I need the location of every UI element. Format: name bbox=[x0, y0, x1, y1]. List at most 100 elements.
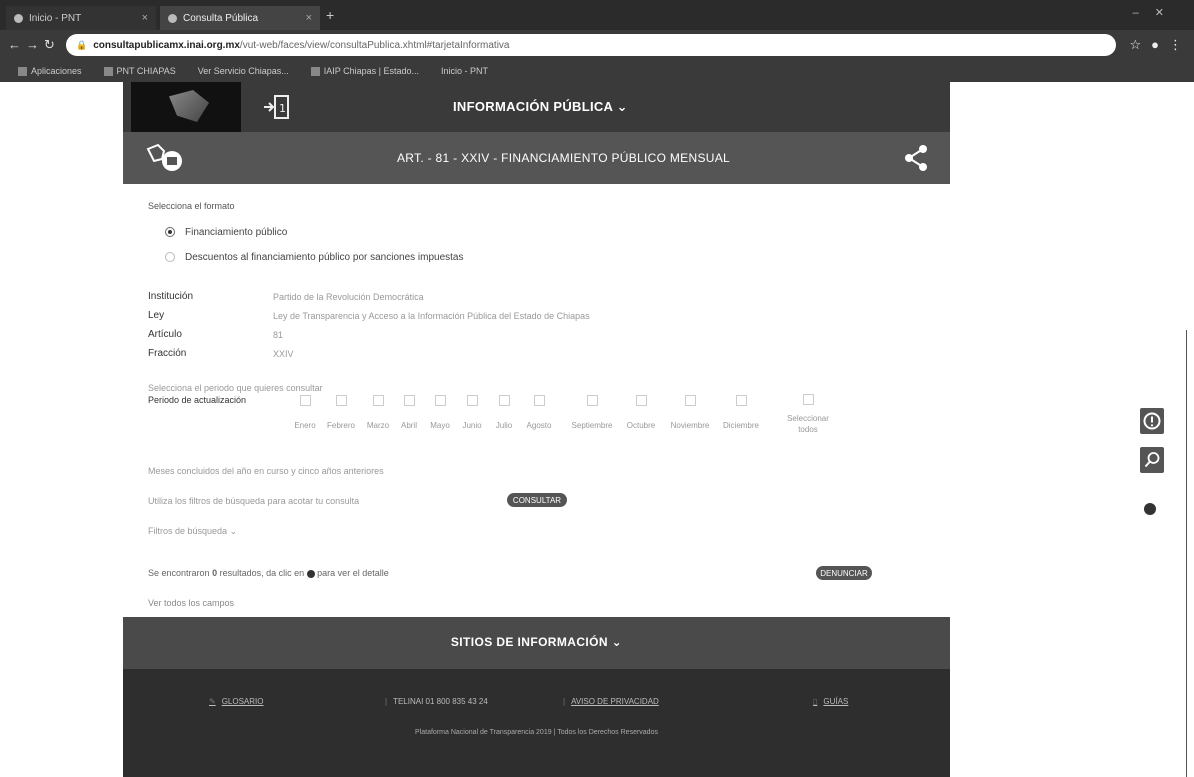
radio-label-financiamiento: Financiamiento público bbox=[185, 227, 288, 238]
magnifier-icon bbox=[1144, 452, 1160, 468]
lock-icon: 🔒 bbox=[76, 39, 88, 50]
month-checkbox[interactable] bbox=[586, 395, 598, 406]
month-checkbox[interactable] bbox=[735, 395, 747, 406]
aviso-privacidad-link[interactable]: | AVISO DE PRIVACIDAD bbox=[563, 697, 659, 706]
info-value-fraccion: XXIV bbox=[273, 349, 294, 359]
login-icon[interactable]: 1 bbox=[261, 91, 293, 123]
window-controls[interactable]: –✕ bbox=[1133, 6, 1180, 19]
scrollbar[interactable] bbox=[1186, 330, 1187, 777]
forward-icon[interactable]: → bbox=[26, 37, 39, 52]
profile-icon[interactable]: ● bbox=[1151, 37, 1159, 53]
month-checkbox[interactable] bbox=[403, 395, 415, 406]
month-checkbox[interactable] bbox=[635, 395, 647, 406]
menu-dots-icon[interactable]: ⋮ bbox=[1169, 37, 1182, 53]
bookmark-item[interactable]: Aplicaciones bbox=[18, 66, 82, 77]
accessibility-icon[interactable] bbox=[1144, 503, 1156, 515]
guias-link[interactable]: ▯ GUÍAS bbox=[813, 697, 848, 706]
url-host: consultapublicamx.inai.org.mx bbox=[93, 39, 240, 51]
month-enero[interactable]: Enero bbox=[285, 395, 325, 431]
select-all-checkbox[interactable] bbox=[802, 394, 814, 405]
divider: | bbox=[563, 697, 566, 706]
divider: | bbox=[385, 697, 388, 706]
new-tab-icon[interactable]: + bbox=[326, 7, 334, 23]
radio-descuentos[interactable] bbox=[165, 252, 175, 262]
footer: ✎ GLOSARIO | TELINAI 01 800 835 43 24 | AVI… bbox=[123, 669, 950, 777]
book-icon: ✎ bbox=[209, 697, 216, 706]
results-count: 0 bbox=[212, 568, 218, 578]
sitios-informacion-bar: SITIOS DE INFORMACIÓN ⌄ bbox=[123, 617, 950, 669]
consultar-button[interactable]: CONSULTAR bbox=[507, 493, 567, 507]
article-title: ART. - 81 - XXIV - FINANCIAMIENTO PÚBLIC… bbox=[397, 151, 730, 165]
sitios-informacion-toggle[interactable]: SITIOS DE INFORMACIÓN ⌄ bbox=[123, 635, 950, 649]
month-checkbox[interactable] bbox=[335, 395, 347, 406]
results-summary: Se encontraron 0 resultados, da clic en … bbox=[148, 568, 389, 578]
bookmark-star-icon[interactable]: ☆ bbox=[1129, 37, 1141, 53]
apps-icon bbox=[18, 67, 27, 77]
emblem-icon bbox=[146, 143, 182, 171]
radio-label-descuentos: Descuentos al financiamiento público por… bbox=[185, 252, 464, 263]
address-bar[interactable]: 🔒 consultapublicamx.inai.org.mx /vut-web… bbox=[66, 34, 1116, 56]
alert-button[interactable] bbox=[1140, 408, 1164, 434]
logo[interactable] bbox=[131, 82, 241, 132]
url-path: /vut-web/faces/view/consultaPublica.xhtm… bbox=[239, 39, 510, 51]
bookmarks-bar: Aplicaciones PNT CHIAPAS Ver Servicio Ch… bbox=[0, 60, 1194, 82]
select-all-months[interactable]: Seleccionar todos bbox=[783, 394, 833, 435]
month-checkbox[interactable] bbox=[533, 395, 545, 406]
bookmark-icon bbox=[103, 67, 113, 77]
logo-graphic bbox=[169, 90, 209, 122]
month-checkbox[interactable] bbox=[466, 395, 478, 406]
month-checkbox[interactable] bbox=[434, 395, 446, 406]
info-value-institucion: Partido de la Revolución Democrática bbox=[273, 292, 424, 302]
reload-icon[interactable]: ↻ bbox=[44, 37, 55, 53]
period-note: Meses concluidos del año en curso y cinc… bbox=[148, 466, 384, 476]
bookmark-item[interactable]: Ver Servicio Chiapas... bbox=[198, 66, 289, 76]
month-febrero[interactable]: Febrero bbox=[321, 395, 361, 431]
close-tab-icon[interactable]: × bbox=[306, 12, 312, 24]
share-icon[interactable] bbox=[903, 144, 929, 172]
bookmark-item[interactable]: IAIP Chiapas | Estado... bbox=[310, 66, 419, 77]
info-value-ley: Ley de Transparencia y Acceso a la Infor… bbox=[273, 311, 590, 321]
radio-financiamiento[interactable] bbox=[165, 227, 175, 237]
month-septiembre[interactable]: Septiembre bbox=[567, 395, 617, 431]
month-checkbox[interactable] bbox=[299, 395, 311, 406]
page-content: 1 INFORMACIÓN PÚBLICA ⌄ ART. - 81 - XXIV… bbox=[123, 82, 950, 777]
format-prompt: Selecciona el formato bbox=[148, 201, 235, 211]
month-agosto[interactable]: Agosto bbox=[519, 395, 559, 431]
search-filters-toggle[interactable]: Filtros de búsqueda ⌄ bbox=[148, 526, 237, 537]
view-all-fields-link[interactable]: Ver todos los campos bbox=[148, 598, 234, 608]
period-prompt: Selecciona el periodo que quieres consul… bbox=[148, 383, 323, 393]
favicon-icon bbox=[14, 13, 23, 23]
bookmark-item[interactable]: PNT CHIAPAS bbox=[103, 66, 176, 77]
glosario-link[interactable]: ✎ GLOSARIO bbox=[209, 697, 264, 706]
browser-tab-bar: Inicio - PNT × Consulta Pública × + –✕ bbox=[0, 0, 1194, 30]
browser-tab-inicio[interactable]: Inicio - PNT × bbox=[6, 6, 156, 30]
denunciar-button[interactable]: DENUNCIAR bbox=[816, 566, 872, 580]
favicon-icon bbox=[168, 13, 177, 23]
month-octubre[interactable]: Octubre bbox=[619, 395, 663, 431]
browser-tab-consulta[interactable]: Consulta Pública × bbox=[160, 6, 320, 30]
info-key-ley: Ley bbox=[148, 310, 165, 321]
informacion-publica-menu[interactable]: INFORMACIÓN PÚBLICA ⌄ bbox=[453, 99, 628, 115]
search-tool-button[interactable] bbox=[1140, 447, 1164, 473]
month-diciembre[interactable]: Diciembre bbox=[716, 395, 766, 431]
month-checkbox[interactable] bbox=[498, 395, 510, 406]
tab-label: Consulta Pública bbox=[183, 12, 259, 24]
info-key-articulo: Artículo bbox=[148, 329, 182, 340]
info-value-articulo: 81 bbox=[273, 330, 284, 340]
bookmark-icon bbox=[310, 67, 320, 77]
article-header: ART. - 81 - XXIV - FINANCIAMIENTO PÚBLIC… bbox=[123, 132, 950, 184]
bookmark-item[interactable]: Inicio - PNT bbox=[441, 66, 488, 76]
month-julio[interactable]: Julio bbox=[484, 395, 524, 431]
month-noviembre[interactable]: Noviembre bbox=[664, 395, 716, 431]
copyright: Plataforma Nacional de Transparencia 201… bbox=[415, 729, 658, 736]
document-icon: ▯ bbox=[813, 697, 818, 706]
month-checkbox[interactable] bbox=[684, 395, 696, 406]
svg-text:1: 1 bbox=[279, 102, 286, 115]
info-key-institucion: Institución bbox=[148, 291, 194, 302]
back-icon[interactable]: ← bbox=[8, 37, 21, 52]
search-hint: Utiliza los filtros de búsqueda para aco… bbox=[148, 496, 360, 506]
month-checkbox[interactable] bbox=[372, 395, 384, 406]
top-header: 1 INFORMACIÓN PÚBLICA ⌄ bbox=[123, 82, 950, 132]
close-tab-icon[interactable]: × bbox=[142, 12, 148, 24]
alert-icon bbox=[1143, 412, 1161, 430]
